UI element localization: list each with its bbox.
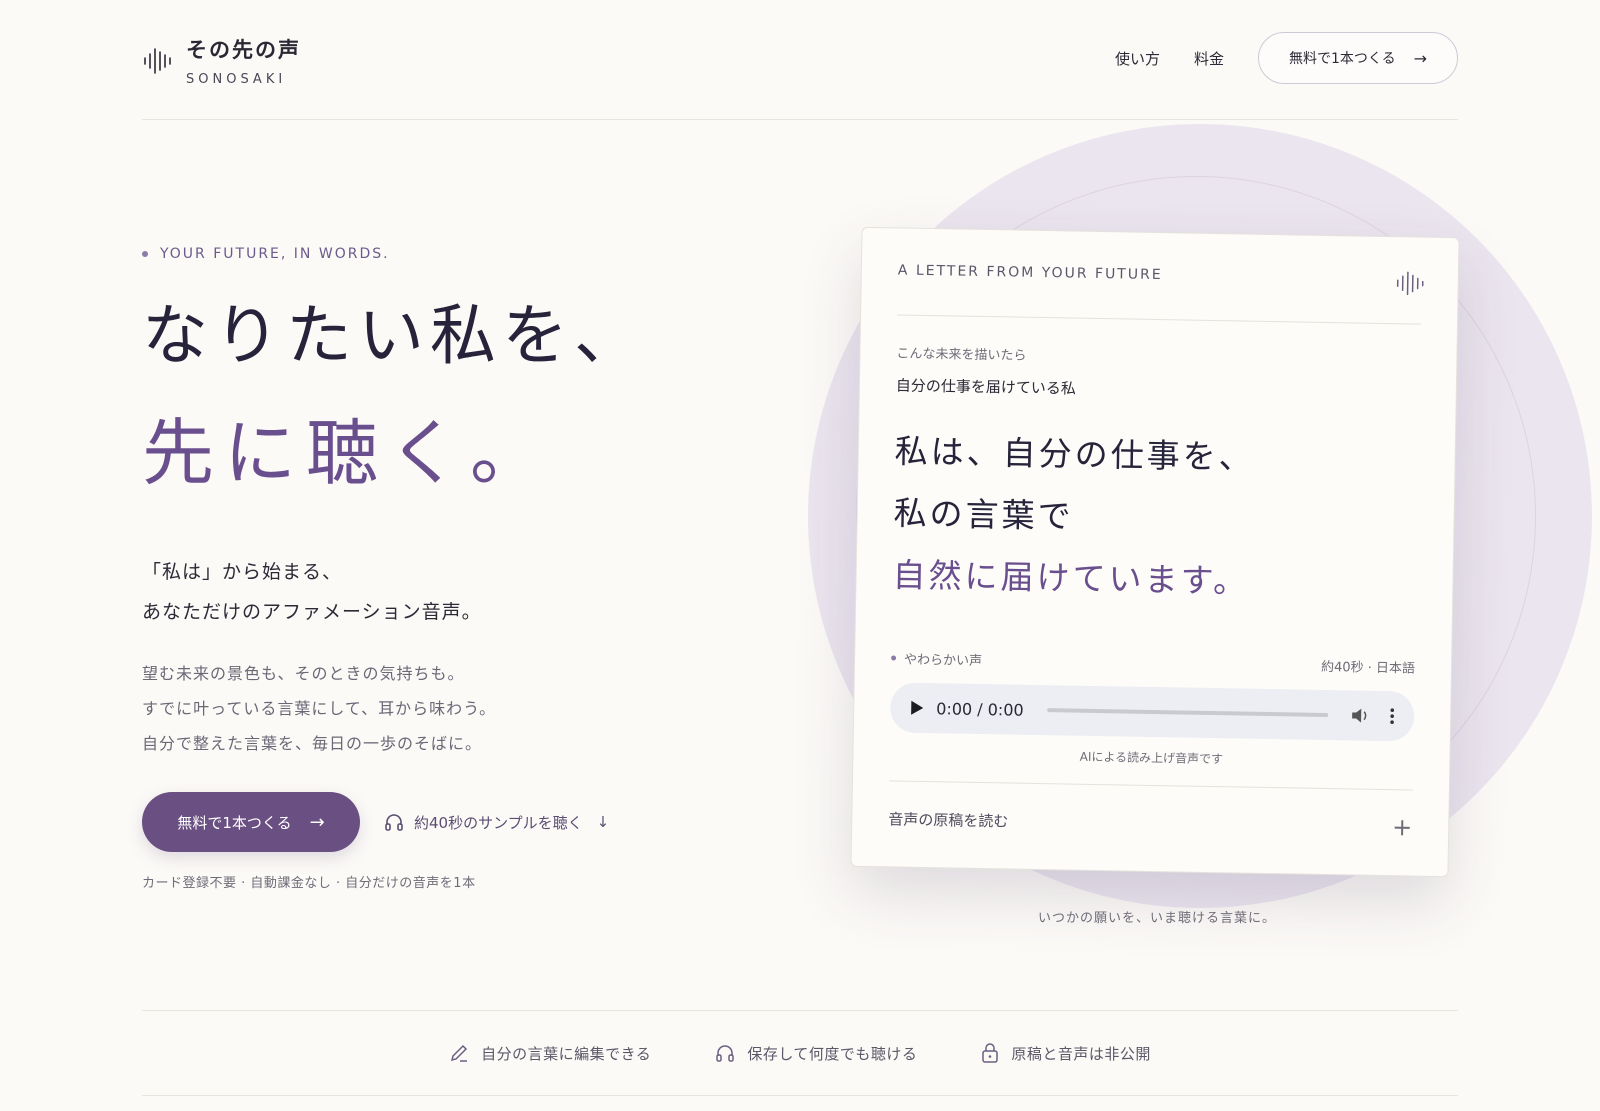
arrow-right-icon: → xyxy=(309,811,325,833)
feature-label: 原稿と音声は非公開 xyxy=(1011,1044,1151,1063)
play-icon[interactable] xyxy=(910,700,924,716)
listen-sample-label: 約40秒のサンプルを聴く xyxy=(414,813,583,832)
arrow-down-icon: ↓ xyxy=(596,813,610,831)
read-script-toggle[interactable]: 音声の原稿を読む xyxy=(888,808,1008,831)
hero-lead-line1: 「私は」から始まる、 xyxy=(142,561,343,583)
feature-label: 保存して何度でも聴ける xyxy=(747,1044,918,1063)
card-divider xyxy=(888,780,1413,791)
hero-body-line3: 自分で整えた言葉を、毎日の一歩のそばに。 xyxy=(142,734,483,753)
circle-caption: いつかの願いを、いま聴ける言葉に。 xyxy=(1038,911,1277,926)
feature-item: 自分の言葉に編集できる xyxy=(449,1043,651,1064)
header-create-free-button[interactable]: 無料で1本つくる → xyxy=(1258,32,1458,84)
voice-label-text: やわらかい声 xyxy=(903,652,983,669)
audio-player: 0:00 / 0:00 xyxy=(889,682,1415,742)
volume-icon[interactable] xyxy=(1350,706,1370,724)
header-cta-label: 無料で1本つくる xyxy=(1288,51,1396,67)
hero-cta-label: 無料で1本つくる xyxy=(177,813,292,832)
brand-logo[interactable]: その先の声 SONOSAKI xyxy=(142,34,301,87)
card-label: こんな未来を描いたら xyxy=(896,346,1027,364)
brand-title: その先の声 xyxy=(186,37,301,62)
card-quote-line2: 私の言葉で xyxy=(893,493,1074,536)
dot-icon xyxy=(142,251,148,257)
nav-link-how-to[interactable]: 使い方 xyxy=(1115,48,1160,69)
more-options-icon[interactable] xyxy=(1390,708,1395,724)
soundwave-icon xyxy=(144,48,171,74)
audio-time: 0:00 / 0:00 xyxy=(936,698,1024,720)
hero-headline-line2: 先に聴く。 xyxy=(142,411,553,495)
hero-eyebrow-text: YOUR FUTURE, IN WORDS. xyxy=(160,246,390,262)
listen-sample-link[interactable]: 約40秒のサンプルを聴く ↓ xyxy=(384,812,609,833)
hero-lead-line2: あなただけのアファメーション音声。 xyxy=(142,601,482,623)
card-quote-line1: 私は、自分の仕事を、 xyxy=(894,431,1256,477)
sample-letter-card: A LETTER FROM YOUR FUTURE こんな未来を描いたら 自分の… xyxy=(850,226,1460,878)
headphones-icon xyxy=(385,814,403,831)
headphones-icon xyxy=(716,1045,735,1062)
feature-item: 原稿と音声は非公開 xyxy=(981,1043,1151,1064)
arrow-right-icon: → xyxy=(1413,48,1428,68)
card-eyebrow: A LETTER FROM YOUR FUTURE xyxy=(897,262,1163,284)
dot-icon xyxy=(891,655,897,661)
hero-cta-row: 無料で1本つくる → 約40秒のサンプルを聴く ↓ xyxy=(142,792,609,852)
voice-label: やわらかい声 xyxy=(891,648,982,669)
plus-icon[interactable]: + xyxy=(1392,813,1413,841)
soundwave-icon xyxy=(1396,271,1424,296)
hero-lead: 「私は」から始まる、 あなただけのアファメーション音声。 xyxy=(142,552,482,632)
nav-link-pricing[interactable]: 料金 xyxy=(1194,48,1224,69)
brand-subtitle: SONOSAKI xyxy=(186,72,287,87)
main-nav: 使い方 料金 無料で1本つくる → xyxy=(1115,32,1458,84)
feature-label: 自分の言葉に編集できる xyxy=(481,1044,652,1063)
card-subtitle: 自分の仕事を届けている私 xyxy=(895,376,1077,398)
site-header: その先の声 SONOSAKI 使い方 料金 無料で1本つくる → xyxy=(142,0,1458,120)
hero-body-line2: すでに叶っている言葉にして、耳から味わう。 xyxy=(142,699,497,718)
feature-strip: 自分の言葉に編集できる 保存して何度でも聴ける 原稿と音声は非公開 xyxy=(142,1010,1458,1096)
hero-note: カード登録不要 · 自動課金なし · 自分だけの音声を1本 xyxy=(142,876,476,891)
feature-item: 保存して何度でも聴ける xyxy=(715,1043,917,1064)
hero-create-free-button[interactable]: 無料で1本つくる → xyxy=(142,792,360,852)
audio-progress-slider[interactable] xyxy=(1047,708,1329,718)
hero-eyebrow: YOUR FUTURE, IN WORDS. xyxy=(142,246,390,262)
hero-body-line1: 望む未来の景色も、そのときの気持ちも。 xyxy=(142,664,465,683)
pencil-icon xyxy=(451,1044,468,1062)
card-divider xyxy=(897,314,1422,325)
voice-meta: 約40秒 · 日本語 xyxy=(1320,659,1416,677)
card-quote-line3: 自然に届けています。 xyxy=(892,555,1250,601)
hero-headline-line1: なりたい私を、 xyxy=(142,297,646,374)
ai-voice-note: AIによる読み上げ音声です xyxy=(1079,749,1224,767)
hero-body: 望む未来の景色も、そのときの気持ちも。 すでに叶っている言葉にして、耳から味わう… xyxy=(142,656,496,761)
lock-icon xyxy=(982,1043,999,1063)
